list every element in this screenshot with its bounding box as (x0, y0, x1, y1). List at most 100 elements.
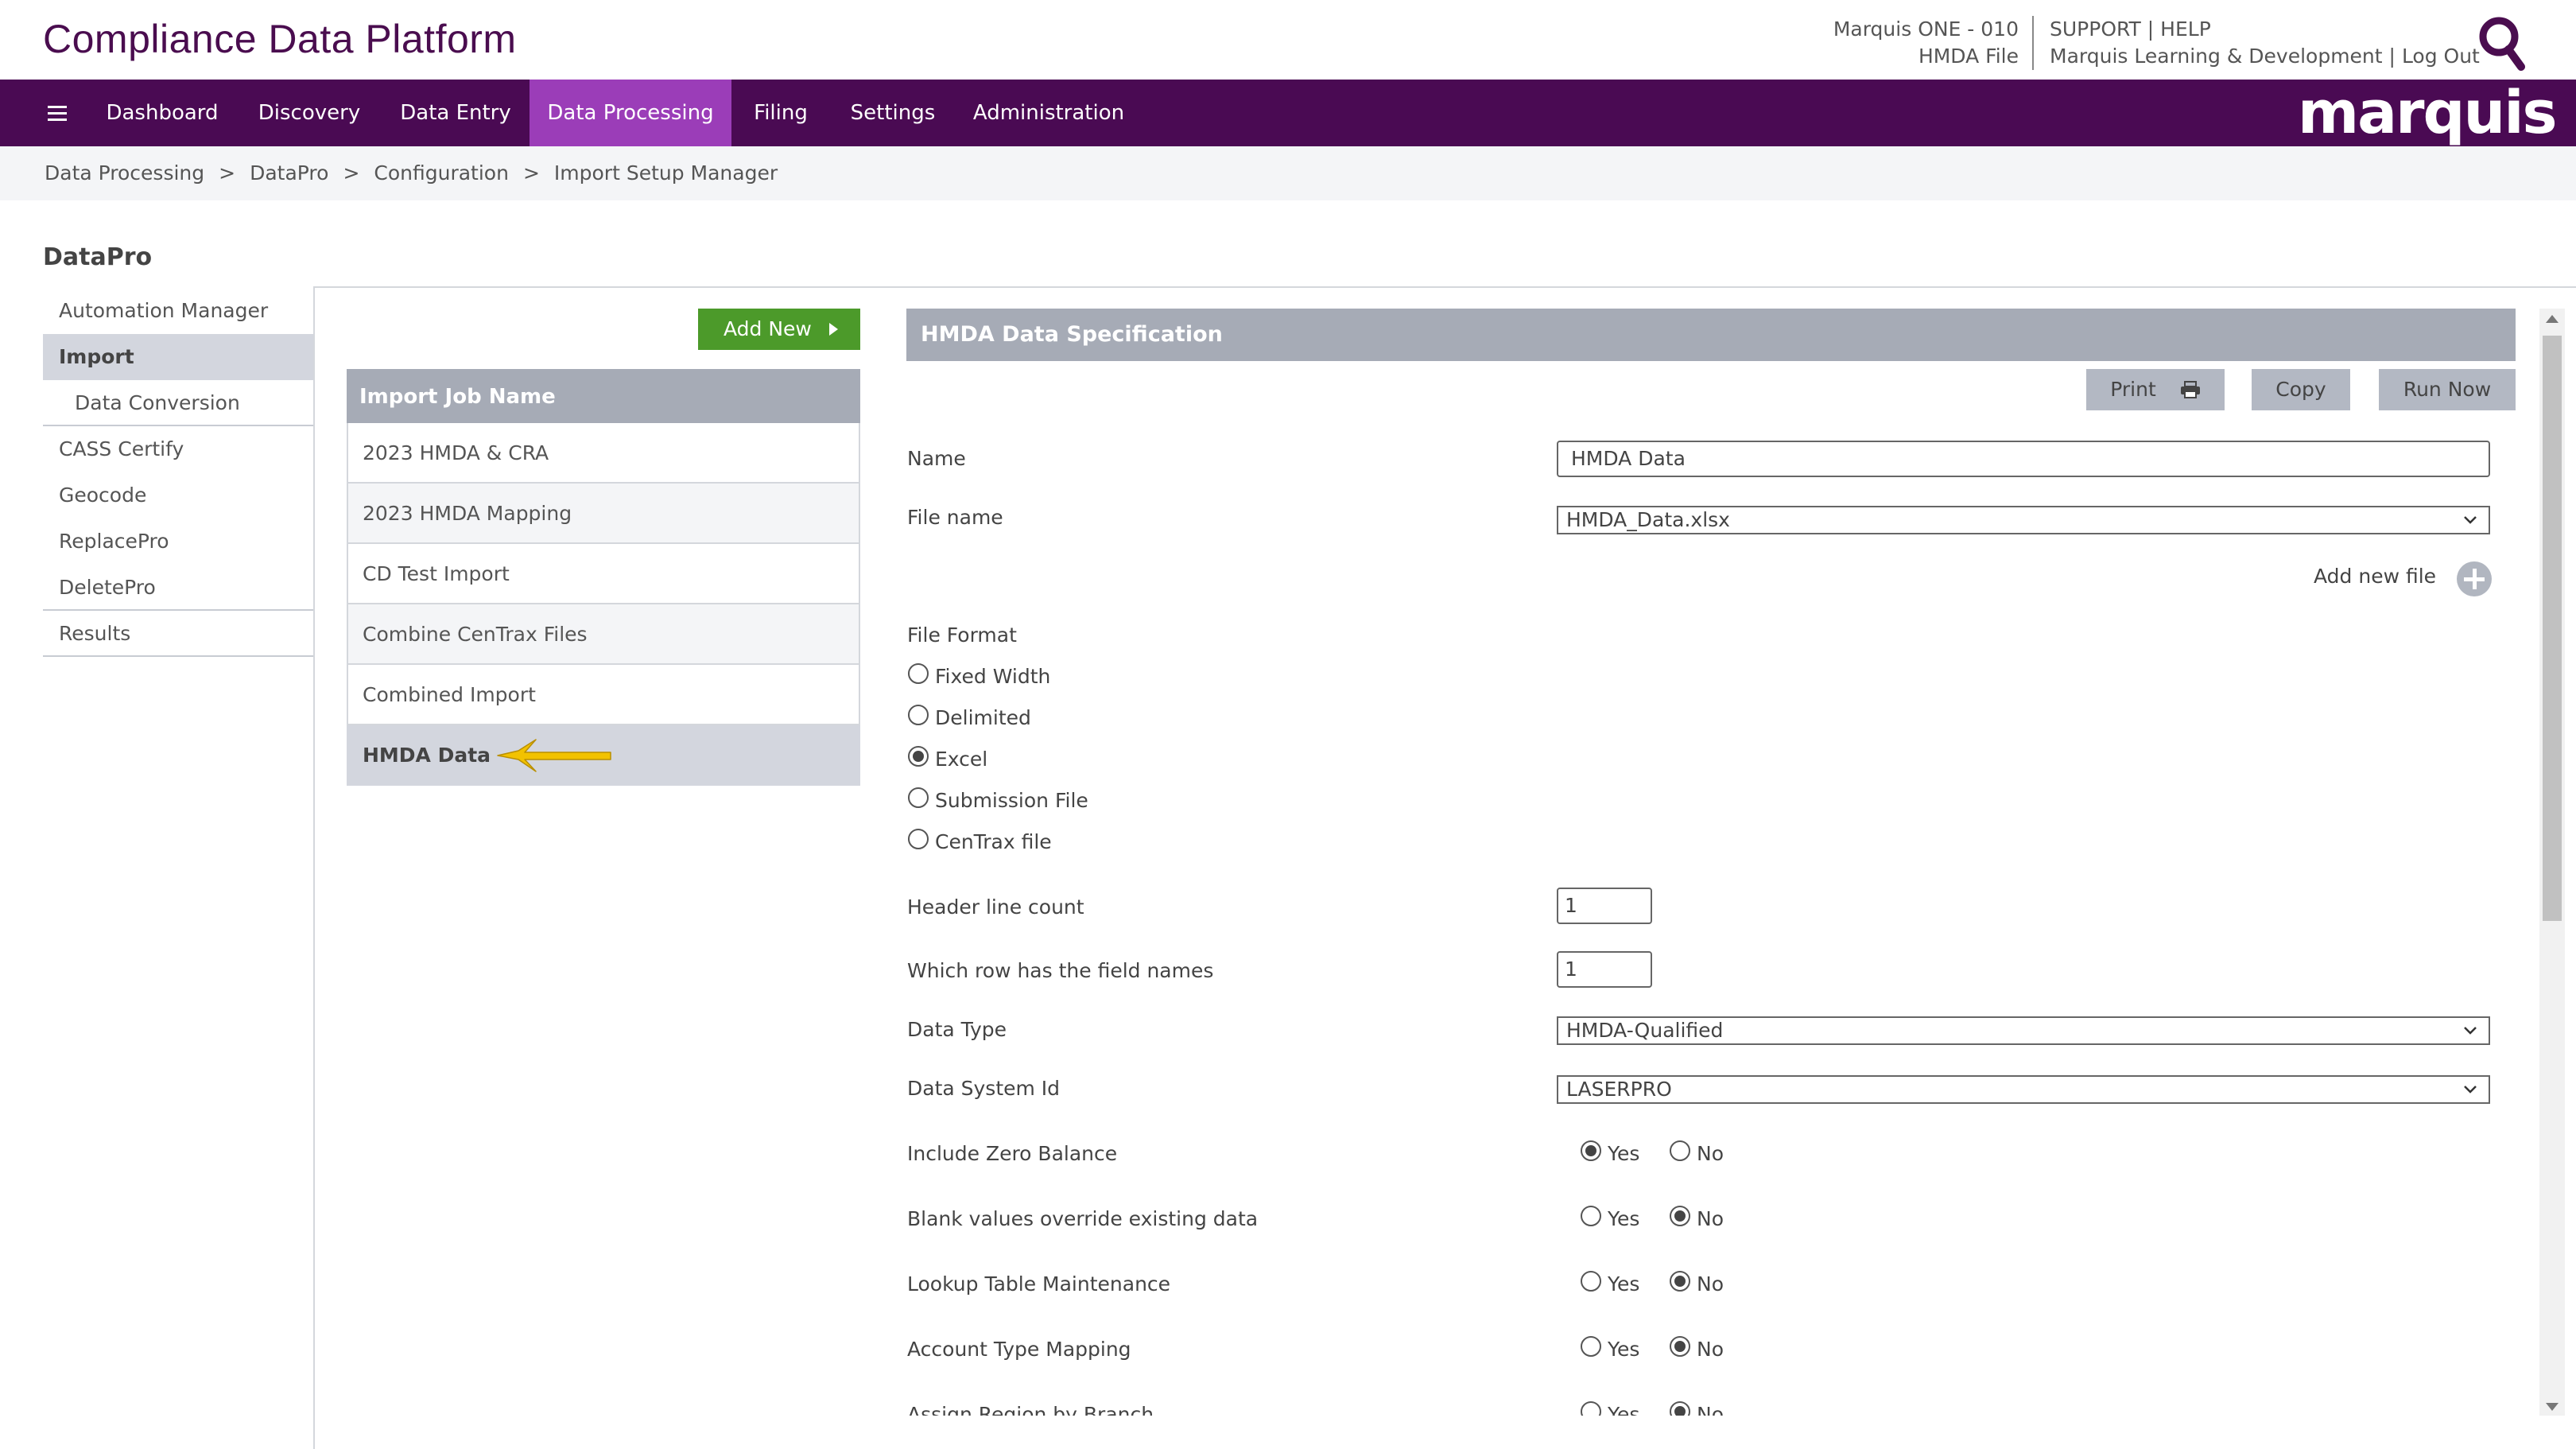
support-link[interactable]: SUPPORT (2050, 17, 2141, 41)
main-nav: Dashboard Discovery Data Entry Data Proc… (0, 80, 2576, 146)
toggle-label: Blank values override existing data (907, 1207, 1259, 1230)
toggle-label: Include Zero Balance (907, 1142, 1118, 1165)
import-job-header: Import Job Name (347, 369, 860, 423)
file-name-value: HMDA_Data.xlsx (1566, 508, 1730, 531)
job-row[interactable]: CD Test Import (347, 544, 860, 604)
radio-centrax-file[interactable] (908, 829, 929, 849)
app-header: Compliance Data Platform Marquis ONE - 0… (0, 0, 2576, 80)
breadcrumb-sep: > (343, 161, 360, 185)
radio-submission-file[interactable] (908, 787, 929, 808)
data-type-label: Data Type (907, 1018, 1007, 1041)
org-link[interactable]: Marquis Learning & Development (2050, 45, 2383, 68)
toggle-label: Account Type Mapping (907, 1338, 1131, 1361)
scroll-up-icon[interactable] (2546, 315, 2559, 323)
chevron-down-icon (2464, 516, 2477, 524)
radio-fixed-width[interactable] (908, 663, 929, 684)
nav-data-entry[interactable]: Data Entry (388, 80, 523, 146)
radio-yes[interactable] (1581, 1336, 1601, 1357)
chevron-down-icon (2464, 1027, 2477, 1035)
caret-right-icon (829, 323, 838, 336)
sidebar-item-cass-certify[interactable]: CASS Certify (43, 426, 313, 472)
account-info: Marquis ONE - 010 HMDA File (1833, 16, 2019, 70)
sidebar-item-results[interactable]: Results (43, 611, 313, 657)
sidebar-item-geocode[interactable]: Geocode (43, 472, 313, 519)
radio-no[interactable] (1670, 1206, 1690, 1226)
sidebar-item-data-conversion[interactable]: Data Conversion (43, 380, 313, 426)
breadcrumb-item[interactable]: Configuration (374, 161, 509, 185)
data-system-select[interactable]: LASERPRO (1557, 1075, 2490, 1104)
job-row[interactable]: Combine CenTrax Files (347, 604, 860, 665)
name-input[interactable]: HMDA Data (1557, 441, 2490, 477)
print-label: Print (2110, 378, 2156, 401)
breadcrumb-sep: > (219, 161, 236, 185)
header-links: SUPPORT | HELP Marquis Learning & Develo… (2050, 16, 2480, 70)
app-title: Compliance Data Platform (43, 17, 517, 61)
nav-discovery[interactable]: Discovery (239, 80, 380, 146)
job-row[interactable]: 2023 HMDA & CRA (347, 423, 860, 484)
copy-button[interactable]: Copy (2252, 369, 2350, 410)
sidebar-item-deletepro[interactable]: DeletePro (43, 565, 313, 611)
data-system-label: Data System Id (907, 1077, 1061, 1100)
pipe-separator: | (2388, 45, 2396, 68)
radio-delimited[interactable] (908, 705, 929, 725)
header-divider (2032, 16, 2034, 70)
account-file: HMDA File (1918, 45, 2019, 68)
radio-yes[interactable] (1581, 1140, 1601, 1161)
job-row[interactable]: Combined Import (347, 665, 860, 725)
data-type-value: HMDA-Qualified (1566, 1019, 1724, 1042)
logout-link[interactable]: Log Out (2402, 45, 2480, 68)
sidebar-item-automation-manager[interactable]: Automation Manager (43, 288, 313, 334)
scrollbar-thumb[interactable] (2543, 336, 2562, 921)
import-job-list: Import Job Name 2023 HMDA & CRA 2023 HMD… (347, 369, 860, 786)
file-name-select[interactable]: HMDA_Data.xlsx (1557, 506, 2490, 534)
sidebar-item-replacepro[interactable]: ReplacePro (43, 519, 313, 565)
data-type-select[interactable]: HMDA-Qualified (1557, 1016, 2490, 1045)
sidebar: Automation Manager Import Data Conversio… (43, 288, 313, 657)
radio-no[interactable] (1670, 1336, 1690, 1357)
sidebar-item-import[interactable]: Import (43, 334, 313, 380)
radio-no-label: No (1697, 1272, 1724, 1296)
section-title: DataPro (43, 243, 153, 271)
radio-yes-label: Yes (1608, 1207, 1640, 1230)
radio-no[interactable] (1670, 1271, 1690, 1292)
nav-filing[interactable]: Filing (739, 80, 822, 146)
breadcrumb-bar: Data Processing > DataPro > Configuration > Im… (0, 146, 2576, 200)
print-button[interactable]: Print (2086, 369, 2225, 410)
pipe-separator: | (2147, 17, 2155, 41)
header-line-count-input[interactable]: 1 (1557, 888, 1652, 924)
scroll-down-icon[interactable] (2546, 1403, 2559, 1411)
radio-yes[interactable] (1581, 1271, 1601, 1292)
nav-administration[interactable]: Administration (965, 80, 1132, 146)
radio-no-label: No (1697, 1338, 1724, 1361)
breadcrumb-item[interactable]: DataPro (250, 161, 328, 185)
help-link[interactable]: HELP (2160, 17, 2211, 41)
scrollbar[interactable] (2539, 309, 2565, 1416)
job-row[interactable]: 2023 HMDA Mapping (347, 484, 860, 544)
radio-label: Submission File (935, 789, 1088, 812)
header-line-count-label: Header line count (907, 895, 1084, 919)
field-names-row-input[interactable]: 1 (1557, 951, 1652, 988)
run-now-button[interactable]: Run Now (2379, 369, 2516, 410)
spec-title: HMDA Data Specification (921, 322, 1223, 347)
radio-label: Delimited (935, 706, 1031, 729)
scroll-clip (875, 1416, 2536, 1449)
radio-no[interactable] (1670, 1140, 1690, 1161)
radio-yes[interactable] (1581, 1206, 1601, 1226)
chevron-down-icon (2464, 1086, 2477, 1094)
nav-dashboard[interactable]: Dashboard (94, 80, 231, 146)
radio-yes-label: Yes (1608, 1142, 1640, 1165)
brand-logo[interactable]: marquis (2298, 84, 2558, 142)
radio-excel[interactable] (908, 746, 929, 767)
add-new-file-label[interactable]: Add new file (2314, 565, 2436, 588)
hamburger-icon[interactable] (41, 94, 73, 132)
breadcrumb-item[interactable]: Data Processing (45, 161, 204, 185)
nav-settings[interactable]: Settings (838, 80, 948, 146)
toggle-label: Lookup Table Maintenance (907, 1272, 1171, 1296)
search-icon[interactable] (2477, 14, 2528, 72)
add-new-button[interactable]: Add New (698, 309, 860, 350)
radio-no-label: No (1697, 1142, 1724, 1165)
nav-data-processing[interactable]: Data Processing (530, 80, 731, 146)
radio-yes-label: Yes (1608, 1338, 1640, 1361)
plus-circle-icon[interactable] (2457, 561, 2492, 596)
radio-label: Excel (935, 748, 988, 771)
